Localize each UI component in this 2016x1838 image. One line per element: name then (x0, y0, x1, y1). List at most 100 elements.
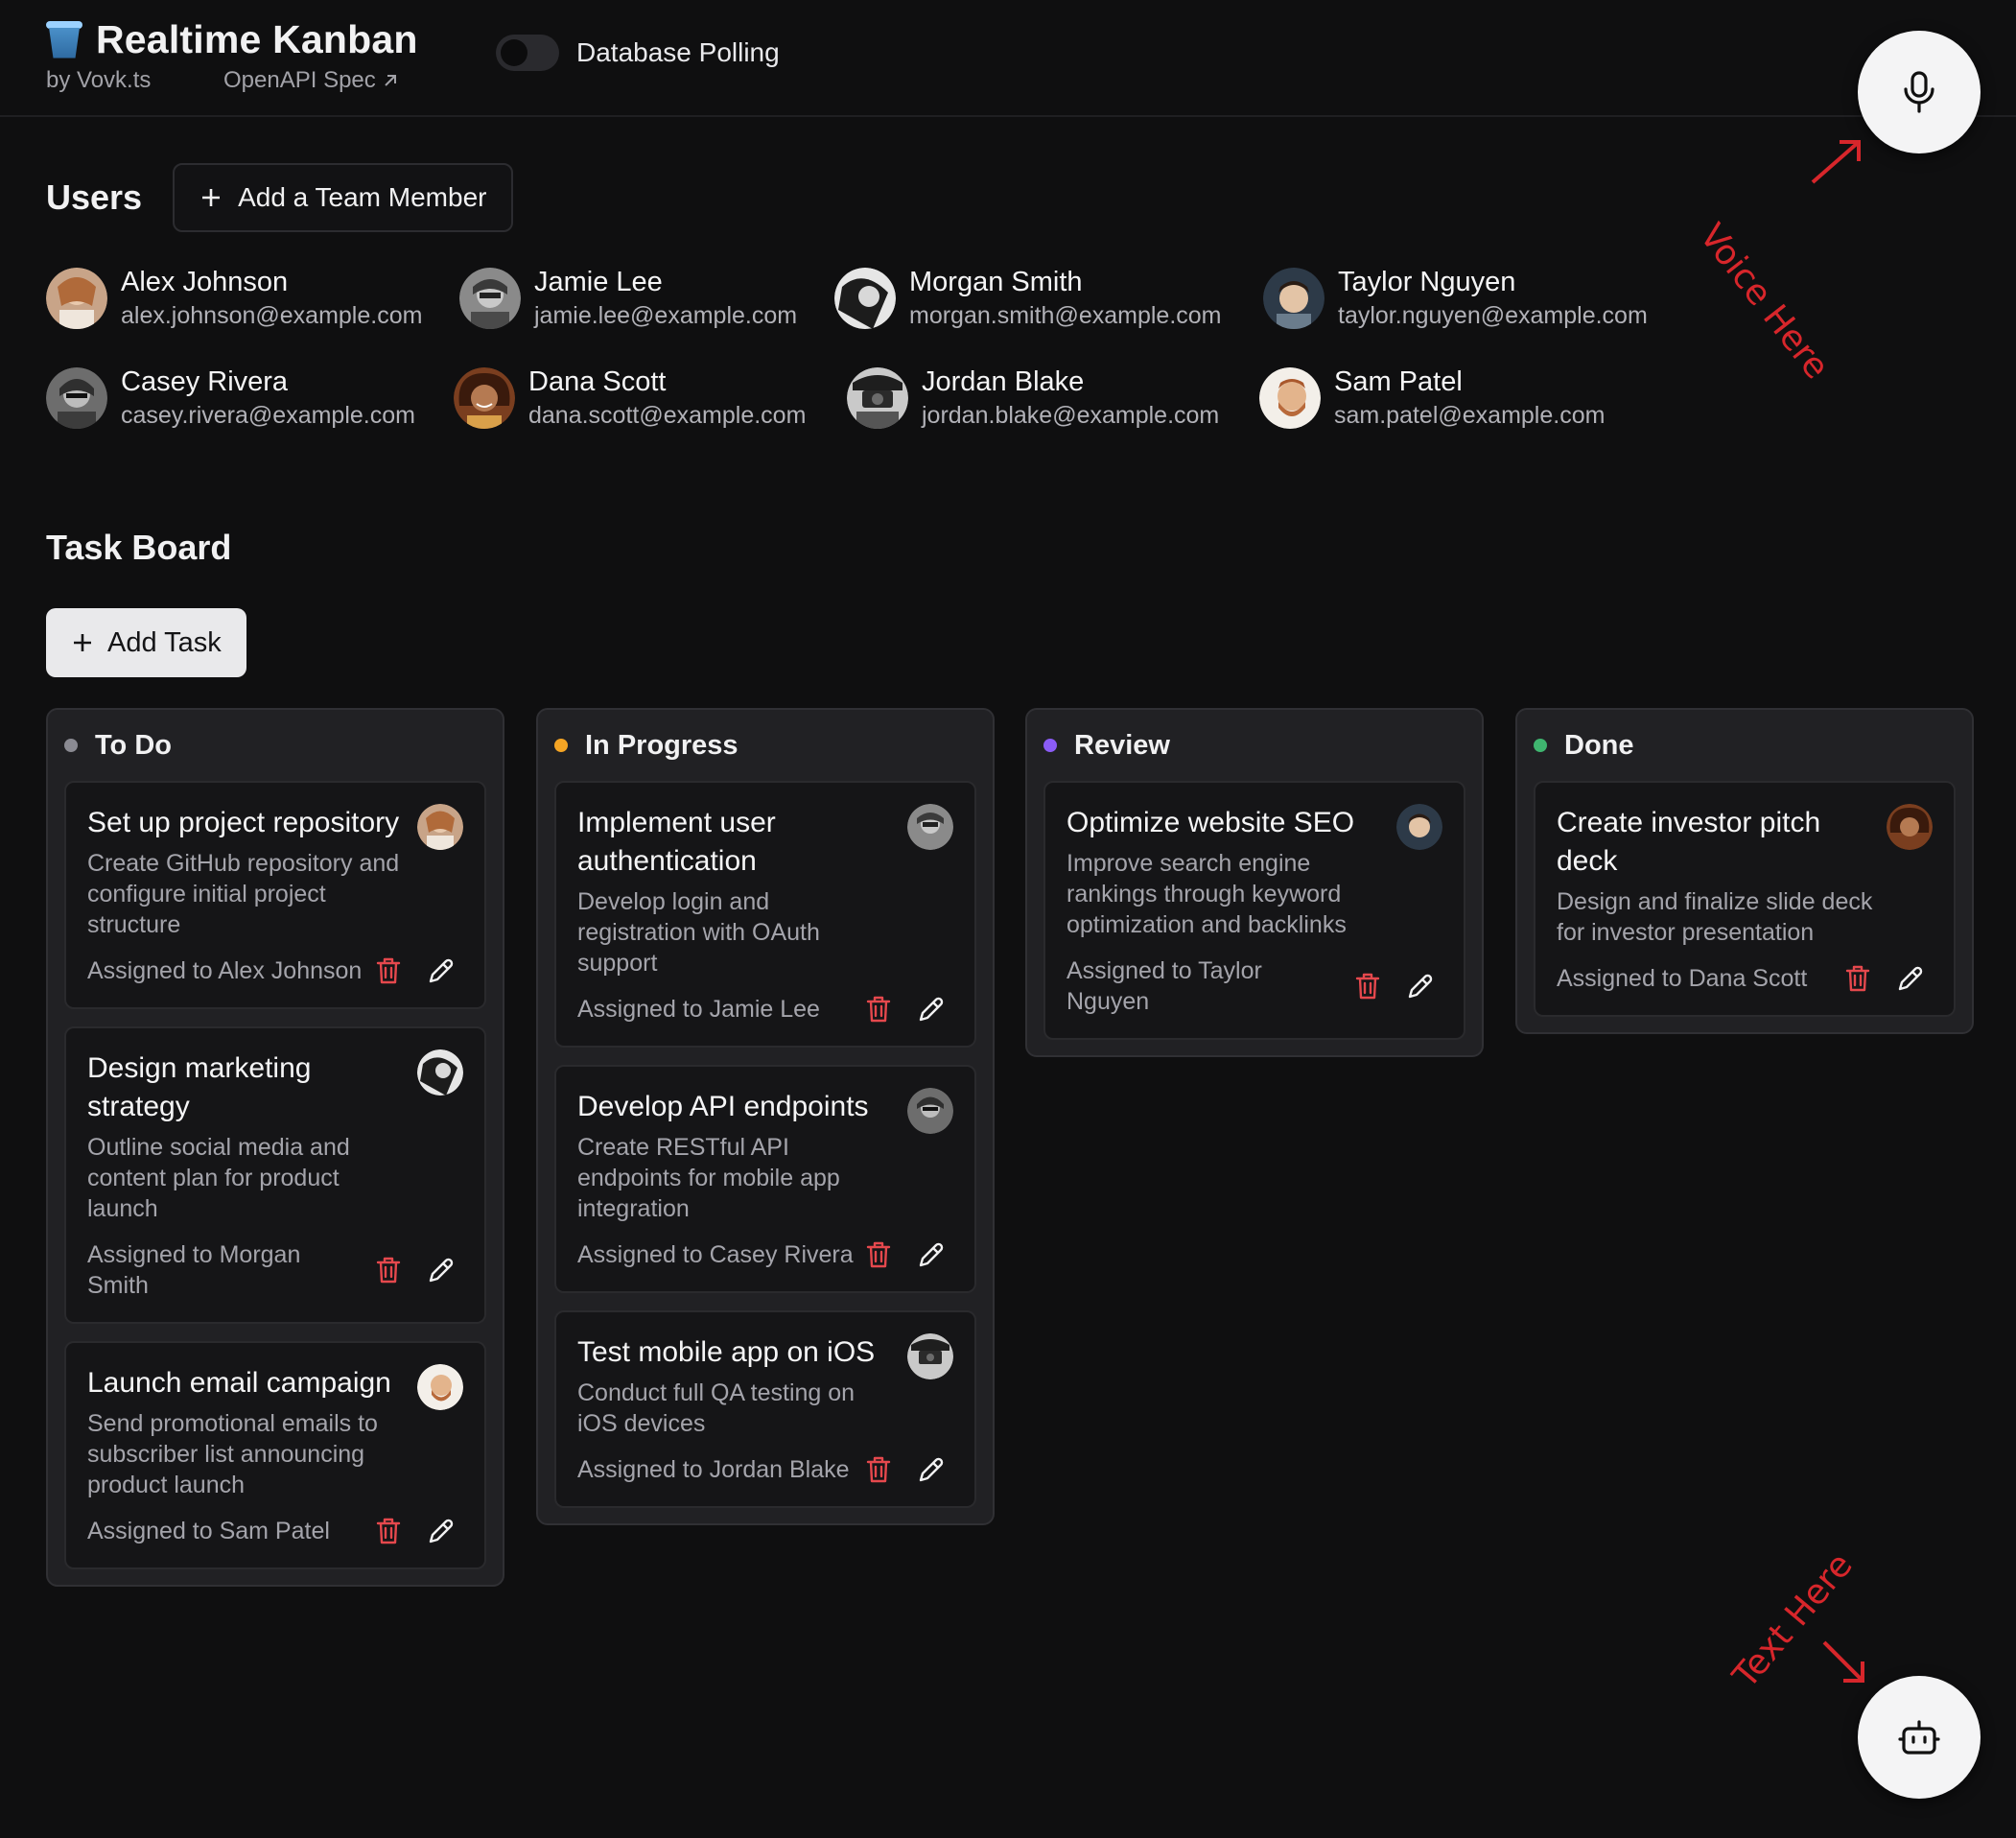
database-polling-toggle[interactable] (496, 35, 559, 71)
pencil-icon (429, 1519, 454, 1543)
delete-task-button[interactable] (1354, 972, 1381, 1001)
voice-input-button[interactable] (1858, 31, 1981, 153)
avatar (417, 1049, 463, 1096)
column-review: Review Optimize website SEO Improve sear… (1025, 708, 1484, 1057)
delete-task-button[interactable] (865, 1455, 892, 1484)
avatar (1887, 804, 1933, 850)
user-alex-johnson[interactable]: Alex Johnson alex.johnson@example.com (46, 265, 422, 332)
delete-task-button[interactable] (865, 1240, 892, 1269)
users-title: Users (46, 177, 143, 217)
column-header: Done (1534, 710, 1956, 781)
status-dot (1534, 739, 1547, 752)
user-jamie-lee[interactable]: Jamie Lee jamie.lee@example.com (459, 265, 797, 332)
pencil-icon (919, 997, 944, 1022)
task-description: Conduct full QA testing on iOS devices (577, 1379, 856, 1437)
plus-icon (74, 634, 91, 651)
user-name: Jordan Blake (922, 366, 1085, 397)
task-assignee: Assigned to Jordan Blake (577, 1456, 850, 1483)
delete-task-button[interactable] (375, 1517, 402, 1545)
status-dot (64, 739, 78, 752)
avatar (1263, 268, 1324, 329)
avatar (1396, 804, 1442, 850)
delete-task-button[interactable] (375, 956, 402, 985)
user-casey-rivera[interactable]: Casey Rivera casey.rivera@example.com (46, 365, 415, 432)
edit-task-button[interactable] (917, 995, 946, 1024)
edit-task-button[interactable] (427, 956, 456, 985)
pencil-icon (429, 958, 454, 983)
avatar (907, 804, 953, 850)
edit-task-button[interactable] (427, 1256, 456, 1284)
task-title: Design marketing strategy (87, 1052, 312, 1122)
task-title: Create investor pitch deck (1557, 807, 1821, 877)
column-to-do: To Do Set up project repository Create G… (46, 708, 504, 1587)
column-title: In Progress (585, 729, 738, 761)
edit-task-button[interactable] (427, 1517, 456, 1545)
task-description: Develop login and registration with OAut… (577, 888, 820, 977)
column-header: To Do (64, 710, 486, 781)
add-team-member-button[interactable]: Add a Team Member (173, 163, 514, 232)
edit-task-button[interactable] (917, 1455, 946, 1484)
task-board-title: Task Board (46, 528, 232, 567)
trash-icon (1845, 965, 1870, 992)
user-email: alex.johnson@example.com (121, 302, 423, 329)
delete-task-button[interactable] (865, 995, 892, 1024)
edit-task-button[interactable] (1896, 964, 1925, 993)
trash-icon (866, 1241, 891, 1268)
users-header: Users Add a Team Member (46, 163, 514, 232)
add-task-button[interactable]: Add Task (46, 608, 246, 677)
database-polling-control: Database Polling (496, 35, 780, 71)
pencil-icon (919, 1457, 944, 1482)
avatar (907, 1333, 953, 1379)
openapi-spec-link[interactable]: OpenAPI Spec (223, 67, 399, 94)
user-name: Morgan Smith (909, 267, 1083, 297)
edit-task-button[interactable] (1406, 972, 1435, 1001)
user-morgan-smith[interactable]: Morgan Smith morgan.smith@example.com (834, 265, 1222, 332)
trash-icon (1355, 973, 1380, 1000)
user-name: Alex Johnson (121, 267, 289, 297)
task-card[interactable]: Launch email campaign Send promotional e… (64, 1341, 486, 1569)
column-done: Done Create investor pitch deck Design a… (1515, 708, 1974, 1034)
task-card[interactable]: Set up project repository Create GitHub … (64, 781, 486, 1009)
task-card[interactable]: Create investor pitch deck Design and fi… (1534, 781, 1956, 1017)
trash-icon (376, 957, 401, 984)
task-title: Implement user authentication (577, 807, 776, 877)
task-title: Develop API endpoints (577, 1091, 869, 1122)
task-card[interactable]: Optimize website SEO Improve search engi… (1043, 781, 1465, 1040)
task-card[interactable]: Implement user authentication Develop lo… (554, 781, 976, 1048)
avatar (834, 268, 896, 329)
task-description: Improve search engine rankings through k… (1067, 850, 1347, 938)
trash-icon (866, 1456, 891, 1483)
user-taylor-nguyen[interactable]: Taylor Nguyen taylor.nguyen@example.com (1263, 265, 1648, 332)
user-name: Jamie Lee (534, 267, 663, 297)
pencil-icon (1408, 974, 1433, 999)
external-link-icon (385, 75, 396, 86)
delete-task-button[interactable] (1844, 964, 1871, 993)
task-title: Optimize website SEO (1067, 807, 1355, 838)
by-vovk-link[interactable]: by Vovk.ts (46, 67, 151, 94)
user-name: Casey Rivera (121, 366, 289, 397)
pencil-icon (919, 1242, 944, 1267)
delete-task-button[interactable] (375, 1256, 402, 1284)
column-title: Review (1074, 729, 1170, 761)
task-card[interactable]: Develop API endpoints Create RESTful API… (554, 1065, 976, 1293)
user-email: casey.rivera@example.com (121, 402, 415, 429)
task-assignee: Assigned to Jamie Lee (577, 996, 820, 1023)
text-arrow-icon (1822, 1640, 1864, 1683)
edit-task-button[interactable] (917, 1240, 946, 1269)
user-sam-patel[interactable]: Sam Patel sam.patel@example.com (1259, 365, 1605, 432)
task-description: Send promotional emails to subscriber li… (87, 1410, 378, 1498)
avatar (1259, 367, 1321, 429)
text-chat-button[interactable] (1858, 1676, 1981, 1799)
user-jordan-blake[interactable]: Jordan Blake jordan.blake@example.com (847, 365, 1219, 432)
task-description: Design and finalize slide deck for inves… (1557, 888, 1873, 946)
task-card[interactable]: Test mobile app on iOS Conduct full QA t… (554, 1310, 976, 1508)
user-email: dana.scott@example.com (528, 402, 807, 429)
pencil-icon (1898, 966, 1923, 991)
user-email: sam.patel@example.com (1334, 402, 1606, 429)
task-description: Create RESTful API endpoints for mobile … (577, 1134, 840, 1222)
status-dot (1043, 739, 1057, 752)
microphone-icon (1904, 71, 1934, 113)
trash-icon (376, 1257, 401, 1284)
user-dana-scott[interactable]: Dana Scott dana.scott@example.com (454, 365, 806, 432)
task-card[interactable]: Design marketing strategy Outline social… (64, 1026, 486, 1324)
